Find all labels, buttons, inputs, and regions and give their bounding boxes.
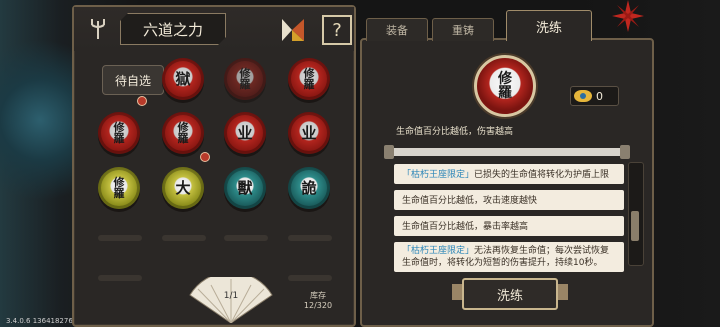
self-select-slot[interactable]: 待自选: [102, 65, 164, 95]
pinwheel-icon: [612, 0, 644, 32]
orb-slot-10[interactable]: 大: [162, 167, 204, 209]
panel-title: 六道之力: [120, 13, 226, 45]
empty-slot: [224, 235, 268, 241]
refine-entry-3[interactable]: 生命值百分比越低，暴击率越高: [394, 216, 624, 236]
help-button[interactable]: ?: [322, 15, 352, 45]
orb-slot-8[interactable]: 业: [288, 112, 330, 154]
orb-glyph: 獄: [175, 69, 191, 88]
refine-currency: 0: [570, 86, 619, 106]
six-paths-panel: 六道之力 ? 待自选 獄 修 羅 修 羅 修 羅 修 羅 业 业 修 羅 大 獸…: [72, 5, 356, 327]
stock-count: 12/320: [303, 301, 333, 310]
scroll-divider: [384, 145, 630, 159]
orb-glyph: 修 羅: [177, 121, 189, 145]
orb-glyph: 獸: [237, 178, 253, 197]
tab-equip[interactable]: 装备: [366, 18, 428, 41]
orb-glyph: 业: [237, 123, 253, 142]
orb-slot-5[interactable]: 修 羅: [98, 112, 140, 154]
orb-slot-9[interactable]: 修 羅: [98, 167, 140, 209]
empty-slot: [288, 275, 332, 281]
empty-slot: [98, 235, 142, 241]
stock-label: 库存: [310, 291, 326, 300]
tab-refine[interactable]: 洗练: [506, 10, 592, 41]
orb-slot-11[interactable]: 獸: [224, 167, 266, 209]
page-indicator: 1/1: [223, 291, 239, 301]
scroll-thumb[interactable]: [631, 211, 639, 241]
orb-glyph: 詭: [301, 178, 317, 197]
orb-slot-3[interactable]: 修 羅: [224, 58, 266, 100]
tab-recast[interactable]: 重铸: [432, 18, 494, 41]
refine-entry-1[interactable]: 「枯朽王座限定」已损失的生命值将转化为护盾上限: [394, 164, 624, 184]
empty-slot: [98, 275, 142, 281]
orb-glyph: 业: [301, 123, 317, 142]
selected-orb-glyph: 修 羅: [498, 71, 512, 101]
version-label: 3.4.0.6 136418276: [6, 317, 73, 325]
selected-orb: 修 羅: [474, 55, 536, 117]
orb-slot-7[interactable]: 业: [224, 112, 266, 154]
empty-slot: [288, 235, 332, 241]
orb-glyph: 大: [175, 178, 191, 197]
orb-glyph: 修 羅: [239, 67, 251, 91]
orb-slot-12[interactable]: 詭: [288, 167, 330, 209]
empty-slot: [162, 235, 206, 241]
filter-icon[interactable]: [280, 17, 306, 43]
new-badge: [137, 96, 147, 106]
orb-slot-6[interactable]: 修 羅: [162, 112, 204, 154]
orb-slot-4[interactable]: 修 羅: [288, 58, 330, 100]
refine-button[interactable]: 洗练: [452, 278, 568, 310]
entries-scrollbar[interactable]: [628, 162, 644, 266]
orb-glyph: 修 羅: [113, 121, 125, 145]
trident-icon[interactable]: [88, 17, 108, 39]
entry-text: 已损失的生命值将转化为护盾上限: [474, 170, 610, 180]
entry-tag: 「枯朽王座限定」: [402, 170, 475, 180]
eye-icon: [574, 90, 592, 102]
new-badge: [200, 152, 210, 162]
orb-glyph: 修 羅: [303, 67, 315, 91]
entry-text: 生命值百分比越低，攻击速度越快: [402, 196, 538, 206]
refine-entry-2[interactable]: 生命值百分比越低，攻击速度越快: [394, 190, 624, 210]
refine-entry-4[interactable]: 「枯朽王座限定」无法再恢复生命值；每次尝试恢复生命值时，将转化为短暂的伤害提升，…: [394, 242, 624, 272]
orb-description: 生命值百分比越低，伤害越高: [396, 127, 514, 137]
page-fan[interactable]: 1/1: [186, 271, 276, 324]
orb-glyph: 修 羅: [113, 176, 125, 200]
currency-count: 0: [596, 89, 603, 103]
entry-text: 生命值百分比越低，暴击率越高: [402, 222, 529, 232]
orb-slot-2[interactable]: 獄: [162, 58, 204, 100]
stock-info: 库存 12/320: [298, 291, 338, 311]
entry-tag: 「枯朽王座限定」: [402, 246, 475, 256]
